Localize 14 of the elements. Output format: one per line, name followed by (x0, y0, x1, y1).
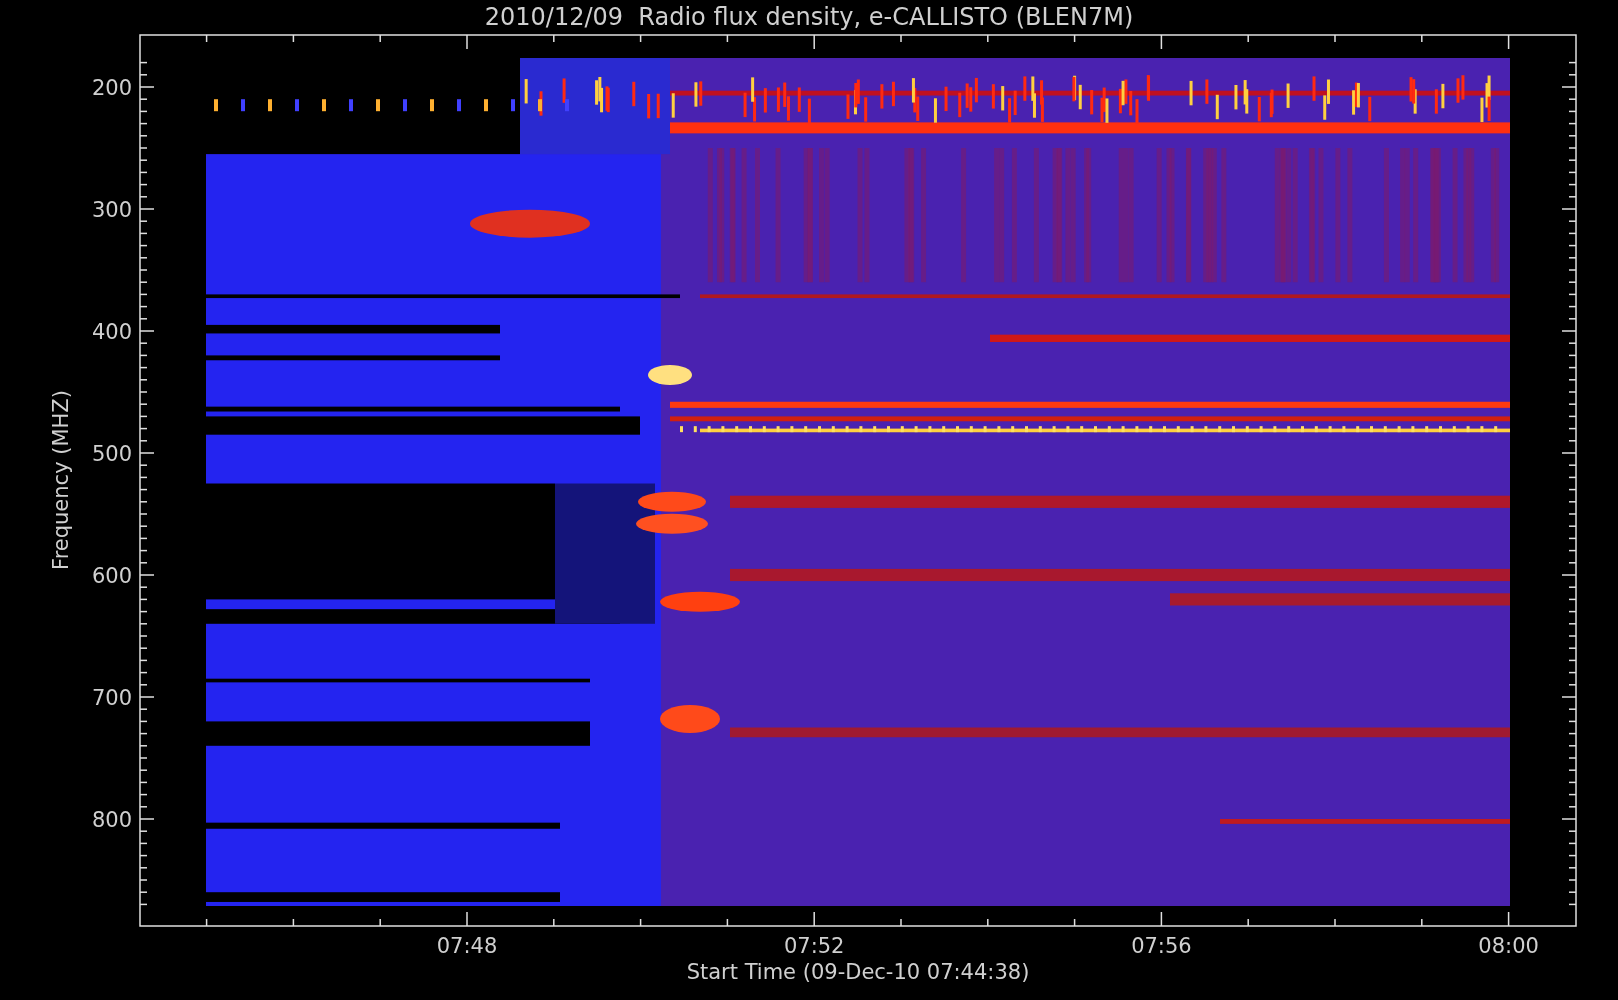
y-tick-label: 400 (91, 320, 132, 344)
y-axis-title: Frequency (MHZ) (49, 390, 73, 570)
chart-title: 2010/12/09 Radio flux density, e-CALLISTO (BLEN7M) (484, 3, 1134, 31)
y-tick-label: 200 (91, 76, 132, 100)
x-tick-label: 07:48 (436, 934, 498, 958)
y-tick-label: 700 (91, 686, 132, 710)
x-tick-label: 07:52 (783, 934, 845, 958)
y-tick-label: 800 (91, 808, 132, 832)
y-tick-label: 300 (91, 198, 132, 222)
x-tick-label: 07:56 (1131, 934, 1192, 958)
y-tick-label: 600 (91, 564, 132, 588)
y-tick-label: 500 (91, 442, 132, 466)
x-tick-label: 08:00 (1478, 934, 1539, 958)
x-axis-title: Start Time (09-Dec-10 07:44:38) (686, 960, 1030, 984)
